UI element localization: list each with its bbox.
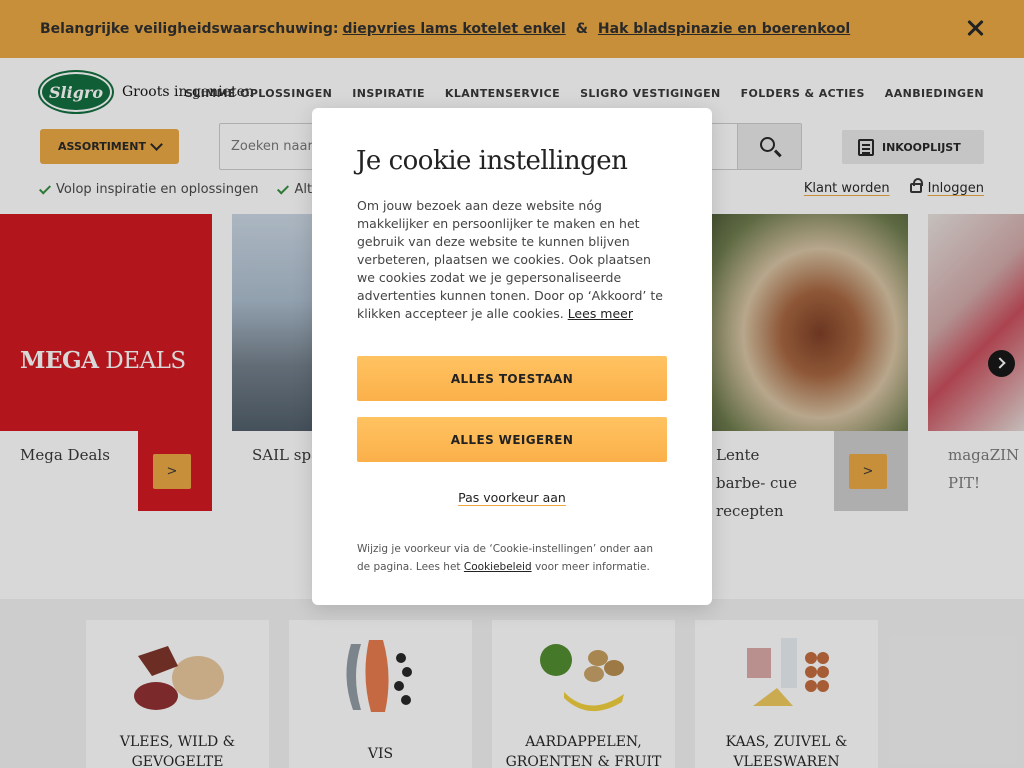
- deny-all-button[interactable]: ALLES WEIGEREN: [357, 417, 667, 462]
- preferences-link[interactable]: Pas voorkeur aan: [458, 490, 566, 505]
- cookie-dialog: Je cookie instellingen Om jouw bezoek aa…: [312, 108, 712, 605]
- cookie-body: Om jouw bezoek aan deze website nóg makk…: [357, 197, 669, 323]
- lees-meer-link[interactable]: Lees meer: [568, 306, 633, 321]
- cookie-title: Je cookie instellingen: [356, 146, 628, 176]
- cookiebeleid-link[interactable]: Cookiebeleid: [464, 561, 532, 573]
- allow-all-button[interactable]: ALLES TOESTAAN: [357, 356, 667, 401]
- cookie-body-text: Om jouw bezoek aan deze website nóg makk…: [357, 198, 663, 321]
- cookie-footer: Wijzig je voorkeur via de ‘Cookie-instel…: [357, 543, 653, 573]
- preferences-wrap: Pas voorkeur aan: [312, 490, 712, 505]
